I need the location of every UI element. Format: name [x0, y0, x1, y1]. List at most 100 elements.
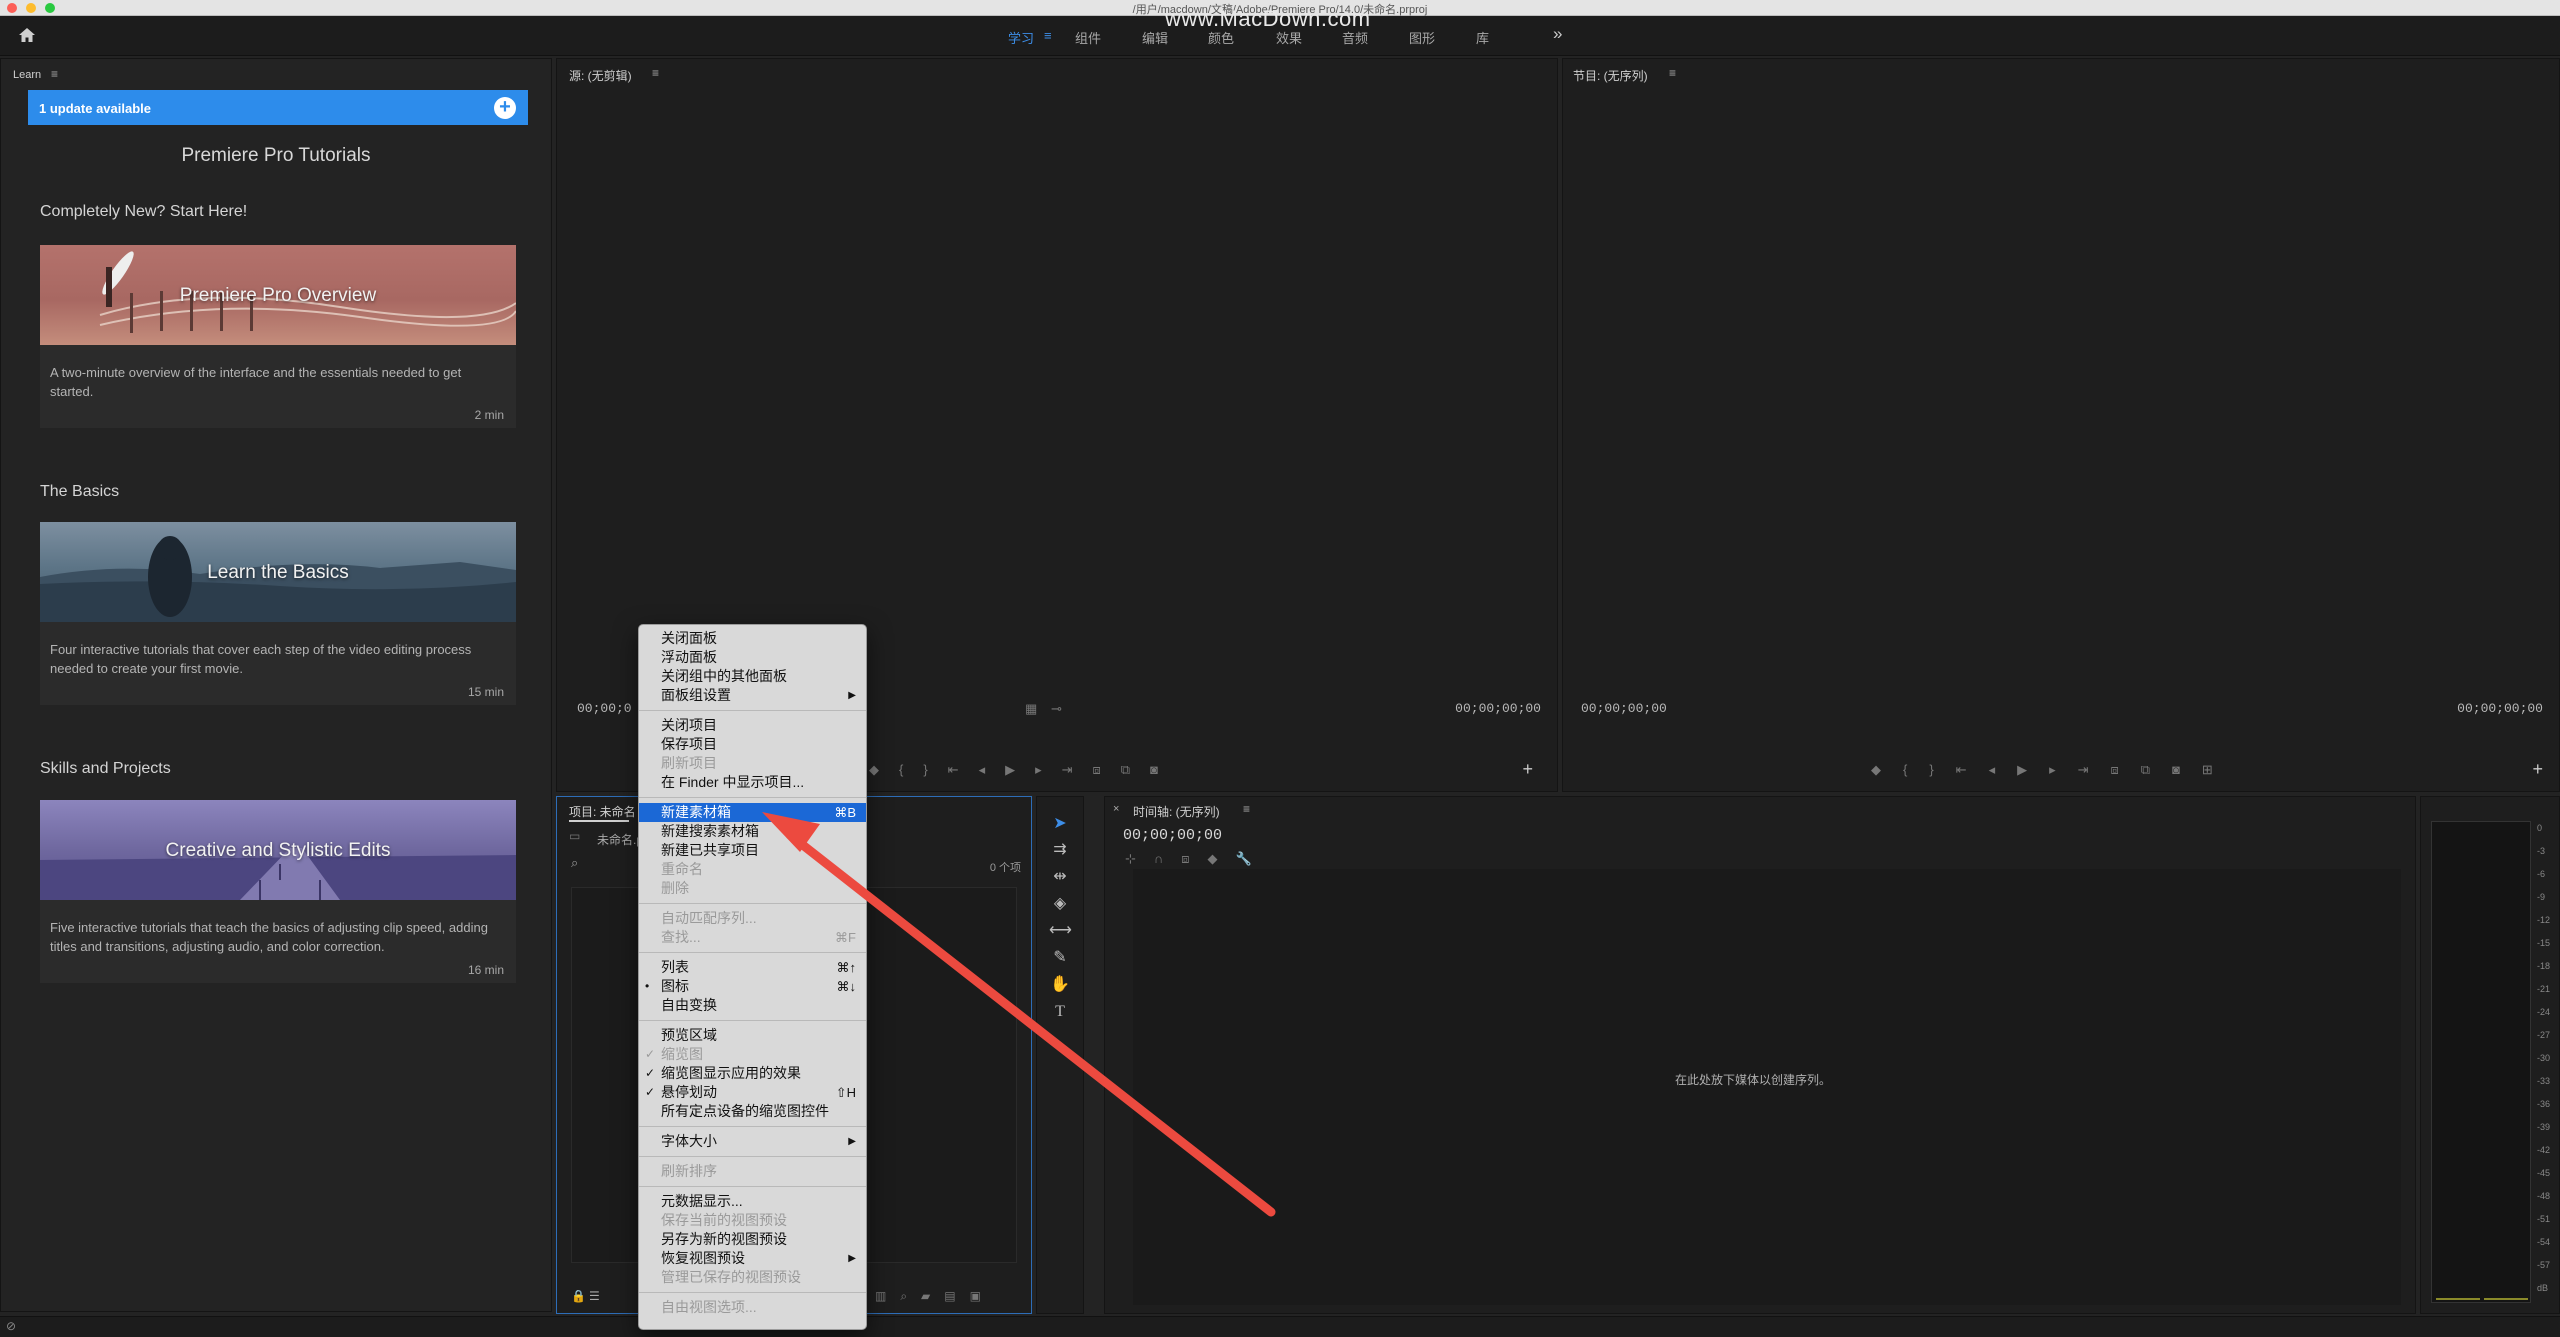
- workspace-menu-icon[interactable]: ≡: [1044, 28, 1052, 43]
- menu-item-label: 关闭项目: [661, 717, 717, 733]
- menu-shortcut: ⌘B: [834, 805, 856, 820]
- menu-item[interactable]: 新建已共享项目: [639, 841, 866, 860]
- menu-item-label: 缩览图显示应用的效果: [661, 1065, 801, 1081]
- program-transport-controls[interactable]: ◆{}⇤◂▶▸⇥⧈⧉◙⊞: [1871, 762, 2235, 778]
- section-title: Completely New? Start Here!: [40, 203, 248, 220]
- workspace-tab-learn[interactable]: 学习: [1008, 28, 1034, 47]
- source-timecode-left[interactable]: 00;00;0: [577, 701, 632, 716]
- add-update-icon[interactable]: +: [494, 97, 516, 119]
- menu-item[interactable]: 元数据显示...: [639, 1192, 866, 1211]
- razor-tool-icon[interactable]: ◈: [1049, 893, 1071, 915]
- timeline-timecode[interactable]: 00;00;00;00: [1123, 827, 1222, 844]
- menu-item[interactable]: 保存项目: [639, 735, 866, 754]
- menu-item[interactable]: 列表 ⌘↑: [639, 958, 866, 977]
- learn-panel-menu-icon[interactable]: ≡: [51, 67, 58, 81]
- tutorial-card-creative[interactable]: Creative and Stylistic Edits Five intera…: [40, 800, 516, 983]
- slip-tool-icon[interactable]: ⟷: [1049, 920, 1072, 942]
- track-select-tool-icon[interactable]: ⇉: [1049, 839, 1071, 861]
- ripple-edit-tool-icon[interactable]: ⇹: [1049, 866, 1071, 888]
- tutorial-card-description: Four interactive tutorials that cover ea…: [50, 642, 472, 676]
- tutorial-duration: 2 min: [474, 408, 504, 422]
- menu-item-label: 重命名: [661, 861, 703, 877]
- menu-item[interactable]: 关闭面板: [639, 629, 866, 648]
- menu-item[interactable]: 恢复视图预设 ▶: [639, 1249, 866, 1268]
- menu-item[interactable]: 自由变换: [639, 996, 866, 1015]
- menu-item[interactable]: 新建搜索素材箱: [639, 822, 866, 841]
- menu-item[interactable]: 新建素材箱 ⌘B: [639, 803, 866, 822]
- tutorial-card-basics[interactable]: Learn the Basics Four interactive tutori…: [40, 522, 516, 705]
- source-monitor-title[interactable]: 源: (无剪辑): [569, 67, 632, 84]
- menu-item: 自由视图选项...: [639, 1298, 866, 1317]
- timeline-title[interactable]: 时间轴: (无序列): [1133, 803, 1220, 820]
- menu-item[interactable]: 关闭组中的其他面板: [639, 667, 866, 686]
- menu-item-label: 元数据显示...: [661, 1193, 743, 1209]
- menu-item-label: 另存为新的视图预设: [661, 1231, 787, 1247]
- workspace-tab-libraries[interactable]: 库: [1476, 28, 1489, 47]
- menu-item[interactable]: ✓ 缩览图显示应用的效果: [639, 1064, 866, 1083]
- menu-item: 重命名: [639, 860, 866, 879]
- menu-item: 刷新项目: [639, 754, 866, 773]
- menu-item[interactable]: 另存为新的视图预设: [639, 1230, 866, 1249]
- menu-item: 保存当前的视图预设: [639, 1211, 866, 1230]
- update-banner[interactable]: 1 update available +: [28, 90, 528, 125]
- list-view-icon[interactable]: ☰: [589, 1289, 600, 1303]
- audio-meter-bars: [2431, 821, 2531, 1303]
- checkmark-icon: ✓: [645, 1047, 656, 1061]
- hand-tool-icon[interactable]: ✋: [1049, 974, 1071, 996]
- source-resolution-icon[interactable]: ⊸: [1051, 701, 1062, 717]
- meter-scale-label: -51: [2537, 1214, 2551, 1224]
- menu-item-label: 字体大小: [661, 1133, 717, 1149]
- menu-separator: [639, 1292, 866, 1293]
- source-settings-icon[interactable]: ▦: [1025, 701, 1037, 717]
- tutorials-heading: Premiere Pro Tutorials: [181, 145, 371, 166]
- meter-scale-label: -18: [2537, 961, 2551, 971]
- menu-item[interactable]: 所有定点设备的缩览图控件: [639, 1102, 866, 1121]
- menu-item-label: 恢复视图预设: [661, 1250, 745, 1266]
- status-icon[interactable]: ⊘: [6, 1319, 16, 1333]
- menu-item[interactable]: 浮动面板: [639, 648, 866, 667]
- source-panel-menu-icon[interactable]: ≡: [652, 66, 659, 80]
- menu-item[interactable]: • 图标 ⌘↓: [639, 977, 866, 996]
- type-tool-icon[interactable]: T: [1049, 1001, 1071, 1023]
- menu-item: 自动匹配序列...: [639, 909, 866, 928]
- lock-icon[interactable]: 🔒: [571, 1289, 586, 1303]
- menu-item[interactable]: ✓ 悬停划动 ⇧H: [639, 1083, 866, 1102]
- menu-item[interactable]: 字体大小 ▶: [639, 1132, 866, 1151]
- tutorial-card-description: A two-minute overview of the interface a…: [50, 365, 462, 399]
- program-add-button-icon[interactable]: +: [2532, 759, 2543, 780]
- workspace-tab-graphics[interactable]: 图形: [1409, 28, 1435, 47]
- timeline-panel-menu-icon[interactable]: ≡: [1243, 802, 1250, 816]
- menu-item[interactable]: 在 Finder 中显示项目...: [639, 773, 866, 792]
- more-workspaces-icon[interactable]: »: [1553, 24, 1562, 44]
- source-add-button-icon[interactable]: +: [1522, 759, 1533, 780]
- tutorial-card-description: Five interactive tutorials that teach th…: [50, 920, 488, 954]
- selection-tool-icon[interactable]: ➤: [1049, 813, 1071, 835]
- menu-item-label: 查找...: [661, 929, 701, 945]
- tutorial-card-overview[interactable]: Premiere Pro Overview A two-minute overv…: [40, 245, 517, 428]
- meter-scale-label: -27: [2537, 1030, 2551, 1040]
- search-icon[interactable]: ⌕: [571, 855, 578, 871]
- project-panel-title[interactable]: 项目: 未命名: [569, 803, 636, 820]
- learn-panel-title[interactable]: Learn: [13, 69, 41, 81]
- home-icon[interactable]: [18, 26, 36, 44]
- program-panel-menu-icon[interactable]: ≡: [1669, 66, 1676, 80]
- menu-item-label: 关闭面板: [661, 630, 717, 646]
- menu-item: 删除: [639, 879, 866, 898]
- pen-tool-icon[interactable]: ✎: [1049, 947, 1071, 969]
- menu-item[interactable]: 关闭项目: [639, 716, 866, 735]
- workspace-tab-assembly[interactable]: 组件: [1075, 28, 1101, 47]
- program-timecode-left[interactable]: 00;00;00;00: [1581, 701, 1667, 716]
- meter-scale-label: -15: [2537, 938, 2551, 948]
- close-tab-icon[interactable]: ×: [1113, 803, 1119, 815]
- meter-scale-label: -39: [2537, 1122, 2551, 1132]
- checkmark-icon: ✓: [645, 1085, 656, 1099]
- source-transport-controls[interactable]: ◆{}⇤◂▶▸⇥⧈⧉◙: [869, 762, 1178, 778]
- project-footer-tools[interactable]: ▥⌕▰▤▣: [875, 1289, 995, 1304]
- program-monitor-title[interactable]: 节目: (无序列): [1573, 67, 1648, 84]
- menu-item[interactable]: 面板组设置 ▶: [639, 686, 866, 705]
- submenu-arrow-icon: ▶: [848, 1253, 856, 1264]
- menu-item-label: 图标: [661, 978, 689, 994]
- meter-scale-label: -42: [2537, 1145, 2551, 1155]
- menu-item[interactable]: 预览区域: [639, 1026, 866, 1045]
- timeline-toolbar[interactable]: ⊹∩⧈◆🔧: [1125, 851, 1270, 867]
